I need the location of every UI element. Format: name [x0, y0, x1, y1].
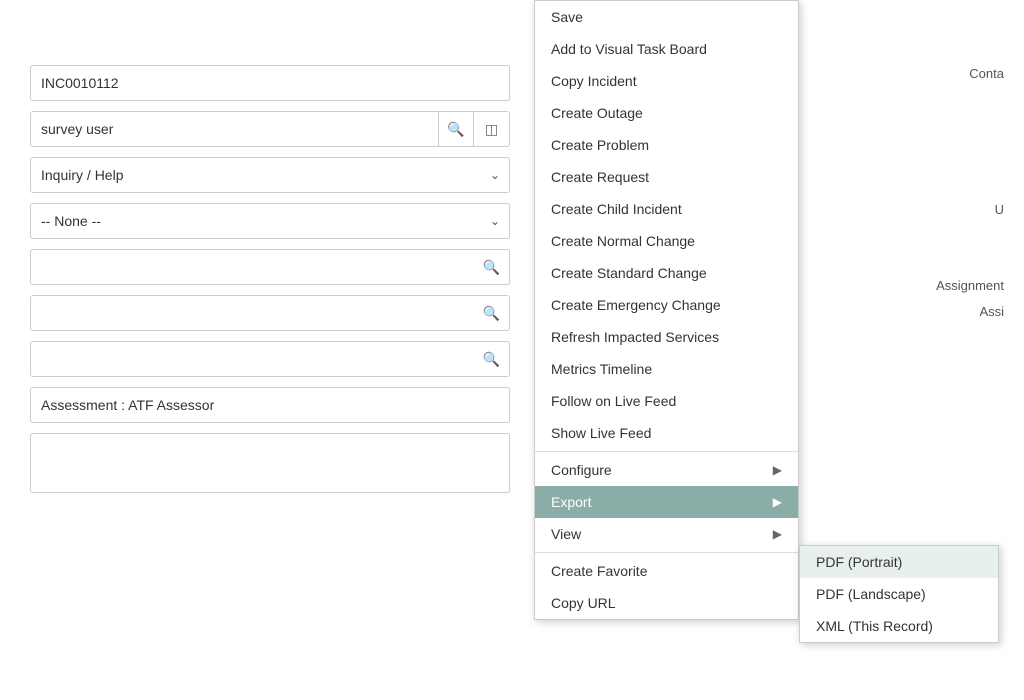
menu-item-add-to-visual-task-board[interactable]: Add to Visual Task Board [535, 33, 798, 65]
search-icon-3[interactable]: 🔍 [474, 341, 510, 377]
category-field: Inquiry / Help ⌄ [30, 157, 510, 193]
incident-number-field [30, 65, 510, 101]
assessment-label: Assessment : ATF Assessor [30, 387, 510, 423]
menu-item-label: View [551, 526, 581, 542]
menu-item-label: Follow on Live Feed [551, 393, 676, 409]
menu-divider-17 [535, 552, 798, 553]
menu-item-label: Create Request [551, 169, 649, 185]
menu-item-label: Show Live Feed [551, 425, 651, 441]
subcategory-field: -- None -- ⌄ [30, 203, 510, 239]
menu-item-create-standard-change[interactable]: Create Standard Change [535, 257, 798, 289]
menu-item-label: Copy Incident [551, 73, 637, 89]
menu-item-label: Create Standard Change [551, 265, 707, 281]
menu-item-label: Create Problem [551, 137, 649, 153]
menu-item-label: Create Favorite [551, 563, 647, 579]
search-input-2[interactable] [30, 295, 474, 331]
description-textarea[interactable] [30, 433, 510, 493]
search-icon-1[interactable]: 🔍 [474, 249, 510, 285]
menu-item-create-favorite[interactable]: Create Favorite [535, 555, 798, 587]
menu-item-create-outage[interactable]: Create Outage [535, 97, 798, 129]
menu-item-configure[interactable]: Configure ▶ [535, 454, 798, 486]
menu-item-label: Create Normal Change [551, 233, 695, 249]
menu-item-create-problem[interactable]: Create Problem [535, 129, 798, 161]
form-area: 🔍 ◫ Inquiry / Help ⌄ -- None -- ⌄ [0, 45, 540, 526]
menu-item-show-live-feed[interactable]: Show Live Feed [535, 417, 798, 449]
submenu-arrow-icon: ▶ [773, 527, 782, 541]
assessment-field: Assessment : ATF Assessor [30, 387, 510, 423]
menu-item-save[interactable]: Save [535, 1, 798, 33]
search-icon-2[interactable]: 🔍 [474, 295, 510, 331]
menu-item-create-child-incident[interactable]: Create Child Incident [535, 193, 798, 225]
submenu-item-xml-this-record[interactable]: XML (This Record) [800, 610, 998, 642]
menu-divider-14 [535, 451, 798, 452]
menu-item-label: Configure [551, 462, 612, 478]
u-label: U [995, 202, 1004, 217]
menu-item-export[interactable]: Export ▶ [535, 486, 798, 518]
menu-item-label: Refresh Impacted Services [551, 329, 719, 345]
description-field [30, 433, 510, 496]
category-select[interactable]: Inquiry / Help [30, 157, 510, 193]
submenu-item-pdf-landscape[interactable]: PDF (Landscape) [800, 578, 998, 610]
incident-number-input[interactable] [30, 65, 510, 101]
menu-item-create-normal-change[interactable]: Create Normal Change [535, 225, 798, 257]
caller-field: 🔍 ◫ [30, 111, 510, 147]
submenu-arrow-icon: ▶ [773, 463, 782, 477]
search-input-3[interactable] [30, 341, 474, 377]
search-field-3: 🔍 [30, 341, 510, 377]
assign-label: Assi [979, 304, 1004, 319]
menu-item-view[interactable]: View ▶ [535, 518, 798, 550]
menu-item-label: Create Outage [551, 105, 643, 121]
assignment-label: Assignment [936, 278, 1004, 293]
menu-item-refresh-impacted-services[interactable]: Refresh Impacted Services [535, 321, 798, 353]
menu-item-follow-on-live-feed[interactable]: Follow on Live Feed [535, 385, 798, 417]
search-input-1[interactable] [30, 249, 474, 285]
contact-label: Conta [969, 66, 1004, 81]
menu-item-label: Copy URL [551, 595, 616, 611]
menu-item-label: Add to Visual Task Board [551, 41, 707, 57]
submenu-arrow-icon: ▶ [773, 495, 782, 509]
menu-item-copy-incident[interactable]: Copy Incident [535, 65, 798, 97]
export-submenu: PDF (Portrait)PDF (Landscape)XML (This R… [799, 545, 999, 643]
context-menu: Save Add to Visual Task Board Copy Inciden… [534, 0, 799, 620]
search-field-1: 🔍 [30, 249, 510, 285]
menu-item-label: Metrics Timeline [551, 361, 652, 377]
menu-item-metrics-timeline[interactable]: Metrics Timeline [535, 353, 798, 385]
caller-search-icon[interactable]: 🔍 [438, 111, 474, 147]
menu-item-create-request[interactable]: Create Request [535, 161, 798, 193]
menu-item-copy-url[interactable]: Copy URL [535, 587, 798, 619]
menu-item-label: Save [551, 9, 583, 25]
menu-item-create-emergency-change[interactable]: Create Emergency Change [535, 289, 798, 321]
caller-qr-icon[interactable]: ◫ [474, 111, 510, 147]
subcategory-select[interactable]: -- None -- [30, 203, 510, 239]
menu-item-label: Create Emergency Change [551, 297, 721, 313]
caller-input[interactable] [30, 111, 438, 147]
search-field-2: 🔍 [30, 295, 510, 331]
menu-item-label: Create Child Incident [551, 201, 682, 217]
submenu-item-pdf-portrait[interactable]: PDF (Portrait) [800, 546, 998, 578]
menu-item-label: Export [551, 494, 591, 510]
